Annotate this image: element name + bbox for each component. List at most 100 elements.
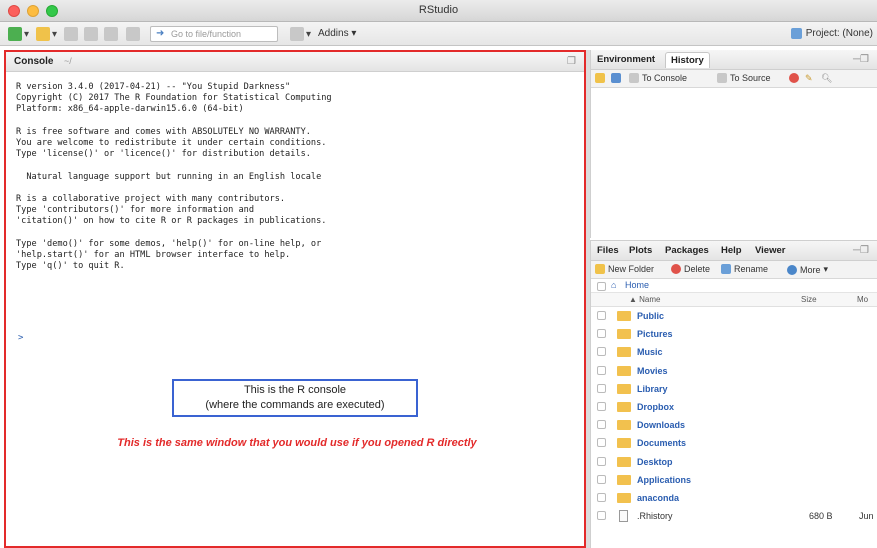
addins-menu[interactable]: Addins ▾: [318, 28, 356, 39]
tab-viewer[interactable]: Viewer: [755, 245, 785, 256]
file-row[interactable]: Desktop: [591, 453, 877, 471]
layout-button[interactable]: ▾: [290, 26, 311, 42]
addins-label: Addins: [318, 28, 349, 39]
breadcrumb-home[interactable]: Home: [625, 280, 649, 290]
tab-files[interactable]: Files: [597, 245, 619, 256]
project-icon: [790, 28, 802, 39]
file-row[interactable]: Downloads: [591, 416, 877, 434]
sort-size-header[interactable]: Size: [801, 295, 817, 304]
sort-name-header[interactable]: ▲ Name: [629, 295, 660, 304]
file-name[interactable]: Documents: [637, 438, 686, 448]
file-name[interactable]: Pictures: [637, 329, 673, 339]
minimize-pane-icon[interactable]: ─❐: [853, 245, 869, 256]
delete-button[interactable]: Delete: [671, 264, 710, 274]
console-line: Type 'license()' or 'licence()' for dist…: [16, 149, 311, 160]
to-console-button[interactable]: To Console: [629, 73, 687, 83]
file-checkbox[interactable]: [597, 311, 606, 320]
console-prompt[interactable]: >: [18, 333, 23, 343]
go-to-file-input[interactable]: ➜ Go to file/function: [150, 26, 278, 42]
console-line: You are welcome to redistribute it under…: [16, 137, 327, 148]
console-annotation-box: This is the R console (where the command…: [172, 379, 418, 417]
console-annotation-red: This is the same window that you would u…: [117, 437, 477, 449]
file-row[interactable]: .Rhistory 680 B Jun: [591, 507, 877, 525]
annotation-line-1: This is the R console: [243, 384, 347, 396]
tab-environment[interactable]: Environment: [597, 54, 655, 65]
file-row[interactable]: Library: [591, 380, 877, 398]
project-icon: [36, 27, 50, 41]
save-button[interactable]: [84, 26, 98, 42]
file-checkbox[interactable]: [597, 365, 606, 375]
new-folder-button[interactable]: New Folder: [595, 264, 654, 274]
new-file-button[interactable]: ▾: [8, 26, 29, 42]
chevron-down-icon: ▾: [306, 28, 312, 40]
file-checkbox[interactable]: [597, 347, 606, 357]
console-output: R version 3.4.0 (2017-04-21) -- "You Stu…: [16, 82, 332, 272]
file-row[interactable]: Music: [591, 343, 877, 361]
file-checkbox[interactable]: [597, 474, 606, 484]
search-history[interactable]: 🔍︎: [821, 73, 832, 84]
remove-entry-button[interactable]: [789, 73, 799, 83]
file-name[interactable]: Music: [637, 347, 663, 357]
file-name[interactable]: Desktop: [637, 457, 673, 467]
new-project-button[interactable]: ▾: [36, 26, 57, 42]
file-checkbox[interactable]: [597, 456, 606, 466]
file-row[interactable]: Documents: [591, 434, 877, 452]
tab-packages[interactable]: Packages: [665, 245, 709, 256]
console-header: Console ~/ ❐: [6, 52, 584, 72]
console-line: 'citation()' on how to cite R or R packa…: [16, 216, 327, 227]
file-name[interactable]: Movies: [637, 366, 668, 376]
chevron-down-icon: ▾: [52, 28, 58, 40]
folder-icon: [617, 401, 631, 412]
folder-icon: [617, 492, 631, 503]
file-row[interactable]: Applications: [591, 471, 877, 489]
file-row[interactable]: Public: [591, 307, 877, 325]
rename-button[interactable]: Rename: [721, 264, 768, 274]
file-name[interactable]: Dropbox: [637, 402, 674, 412]
print-button[interactable]: [126, 26, 140, 42]
file-checkbox[interactable]: [597, 401, 606, 411]
console-line: Type 'demo()' for some demos, 'help()' f…: [16, 238, 322, 249]
files-column-header: ▲ Name Size Mo: [591, 293, 877, 307]
file-name[interactable]: .Rhistory: [637, 511, 673, 521]
file-name[interactable]: Library: [637, 384, 668, 394]
file-row[interactable]: Dropbox: [591, 398, 877, 416]
file-name[interactable]: anaconda: [637, 493, 679, 503]
delete-icon: [671, 264, 681, 274]
file-name[interactable]: Downloads: [637, 420, 685, 430]
file-name[interactable]: Public: [637, 311, 664, 321]
console-pane[interactable]: Console ~/ ❐ R version 3.4.0 (2017-04-21…: [4, 50, 586, 548]
save-icon: [611, 73, 621, 83]
minimize-pane-icon[interactable]: ─❐: [853, 54, 869, 65]
more-button[interactable]: More ▾: [787, 264, 828, 275]
console-line: Type 'contributors()' for more informati…: [16, 205, 254, 216]
tab-plots[interactable]: Plots: [629, 245, 652, 256]
tab-history[interactable]: History: [665, 52, 710, 68]
file-name[interactable]: Applications: [637, 475, 691, 485]
file-checkbox[interactable]: [597, 420, 606, 430]
sort-modified-header[interactable]: Mo: [857, 295, 868, 304]
file-checkbox[interactable]: [597, 511, 606, 521]
to-source-button[interactable]: To Source: [717, 73, 771, 83]
file-row[interactable]: Movies: [591, 362, 877, 380]
title-bar: RStudio: [0, 0, 877, 22]
maximize-pane-icon[interactable]: ❐: [567, 56, 576, 67]
console-path: ~/: [64, 56, 72, 66]
select-all-checkbox[interactable]: [597, 282, 606, 291]
save-all-button[interactable]: [104, 26, 118, 42]
project-menu[interactable]: Project: (None): [790, 28, 873, 39]
open-file-button[interactable]: [64, 26, 78, 42]
file-checkbox[interactable]: [597, 438, 606, 448]
file-row[interactable]: Pictures: [591, 325, 877, 343]
go-to-file-placeholder: Go to file/function: [171, 29, 242, 39]
load-history-button[interactable]: [595, 73, 605, 83]
file-checkbox[interactable]: [597, 329, 606, 339]
file-checkbox[interactable]: [597, 383, 606, 393]
file-checkbox[interactable]: [597, 492, 606, 502]
console-line: Type 'q()' to quit R.: [16, 261, 125, 271]
file-row[interactable]: anaconda: [591, 489, 877, 507]
save-history-button[interactable]: [611, 73, 621, 83]
broom-icon: ✎: [805, 73, 813, 83]
tab-help[interactable]: Help: [721, 245, 742, 256]
clear-history-button[interactable]: ✎: [805, 73, 813, 84]
print-icon: [126, 27, 140, 41]
